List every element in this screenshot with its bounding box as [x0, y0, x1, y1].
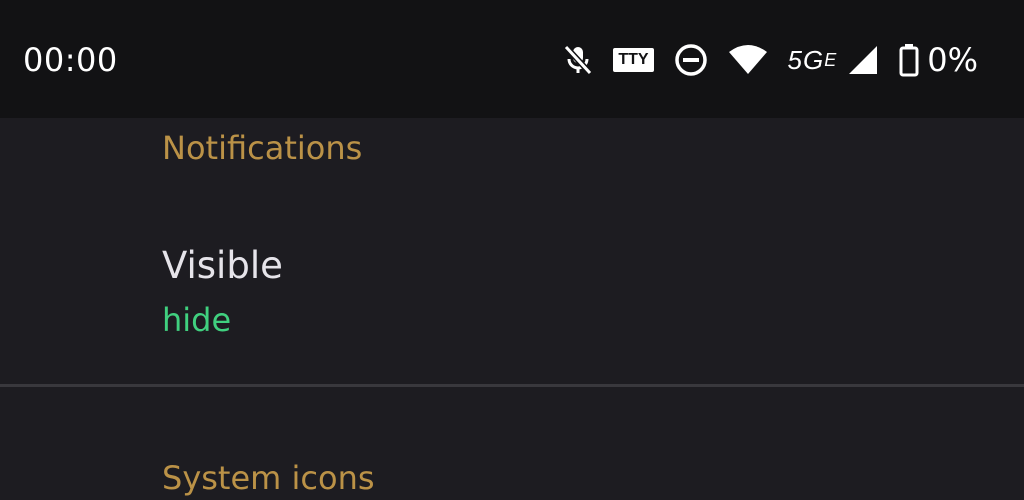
section-divider: [0, 384, 1024, 387]
mic-off-icon: [563, 44, 593, 76]
status-icons: TTY 5G E 0%: [563, 40, 978, 80]
network-5ge-icon: 5G E: [788, 45, 838, 75]
network-suffix-label: E: [824, 50, 838, 70]
battery-percent: 0%: [927, 41, 978, 79]
section-header-system-icons: System icons: [162, 459, 375, 497]
status-bar: 00:00 TTY 5G E 0%: [0, 0, 1024, 118]
status-clock: 00:00: [23, 41, 118, 79]
tty-label: TTY: [613, 48, 654, 72]
section-header-notifications: Notifications: [162, 129, 363, 167]
battery-icon: [899, 43, 919, 77]
preference-summary: hide: [162, 301, 232, 339]
wifi-icon: [728, 44, 768, 76]
preference-visible[interactable]: [0, 190, 1024, 384]
tty-icon: TTY: [613, 48, 654, 72]
do-not-disturb-icon: [674, 43, 708, 77]
cell-signal-icon: [847, 44, 879, 76]
network-type-label: 5G: [787, 45, 825, 75]
preference-title: Visible: [162, 244, 283, 287]
